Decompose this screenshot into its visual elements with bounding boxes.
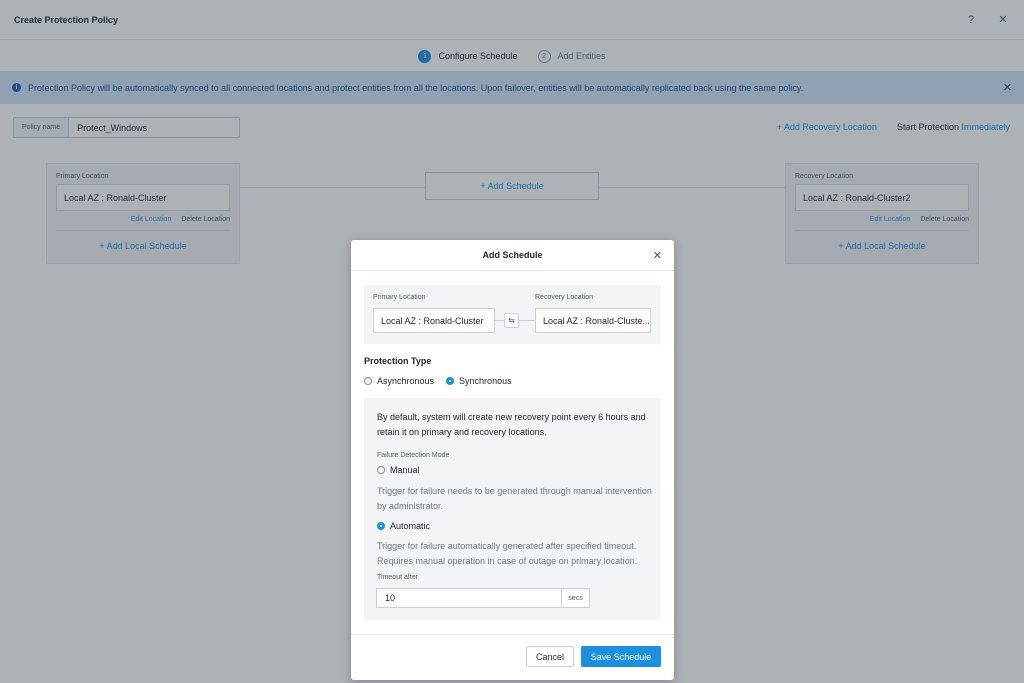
connector-line (519, 320, 535, 321)
protection-type-title: Protection Type (364, 356, 432, 366)
primary-location-select[interactable]: Local AZ : Ronald-Cluster (373, 308, 495, 333)
timeout-field: 10 secs (376, 588, 590, 608)
recovery-location-caption: Recovery Location (535, 294, 593, 301)
asynchronous-label: Asynchronous (377, 376, 435, 386)
automatic-note: Trigger for failure automatically genera… (377, 541, 638, 566)
dialog-header: Add Schedule ✕ (351, 240, 674, 271)
radio-selected-icon (446, 377, 455, 385)
protection-type-options: Asynchronous Synchronous (364, 376, 512, 386)
synchronous-radio[interactable]: Synchronous (446, 376, 512, 386)
manual-note: Trigger for failure needs to be generate… (377, 486, 652, 511)
primary-location-caption: Primary Location (373, 294, 426, 301)
synchronous-label: Synchronous (459, 376, 512, 386)
radio-selected-icon (377, 522, 385, 530)
cancel-button[interactable]: Cancel (526, 646, 574, 667)
timeout-unit: secs (561, 589, 589, 607)
failure-detection-mode-title: Failure Detection Mode (377, 452, 450, 459)
manual-radio[interactable]: Manual (377, 465, 420, 475)
synchronous-settings-panel: By default, system will create new recov… (364, 398, 661, 620)
location-pair: Primary Location Local AZ : Ronald-Clust… (364, 285, 661, 344)
create-protection-policy-page: Create Protection Policy ? ✕ 1 Configure… (0, 0, 1024, 683)
connector-line (495, 320, 504, 321)
automatic-label: Automatic (390, 521, 431, 531)
radio-unselected-icon (377, 466, 385, 474)
manual-label: Manual (390, 465, 420, 475)
dialog-close-icon[interactable]: ✕ (653, 249, 662, 262)
timeout-input[interactable]: 10 (377, 593, 561, 603)
automatic-radio[interactable]: Automatic (377, 521, 430, 531)
radio-unselected-icon (364, 377, 372, 385)
recovery-location-select[interactable]: Local AZ : Ronald-Cluste... (535, 308, 651, 333)
dialog-footer: Cancel Save Schedule (351, 634, 674, 680)
timeout-label: Timeout after (377, 574, 418, 581)
asynchronous-radio[interactable]: Asynchronous (364, 376, 434, 386)
dialog-title: Add Schedule (482, 250, 543, 260)
sync-description: By default, system will create new recov… (377, 412, 646, 437)
save-schedule-button[interactable]: Save Schedule (581, 646, 661, 667)
add-schedule-dialog: Add Schedule ✕ Primary Location Local AZ… (351, 240, 674, 680)
swap-icon[interactable]: ⇆ (504, 313, 519, 328)
